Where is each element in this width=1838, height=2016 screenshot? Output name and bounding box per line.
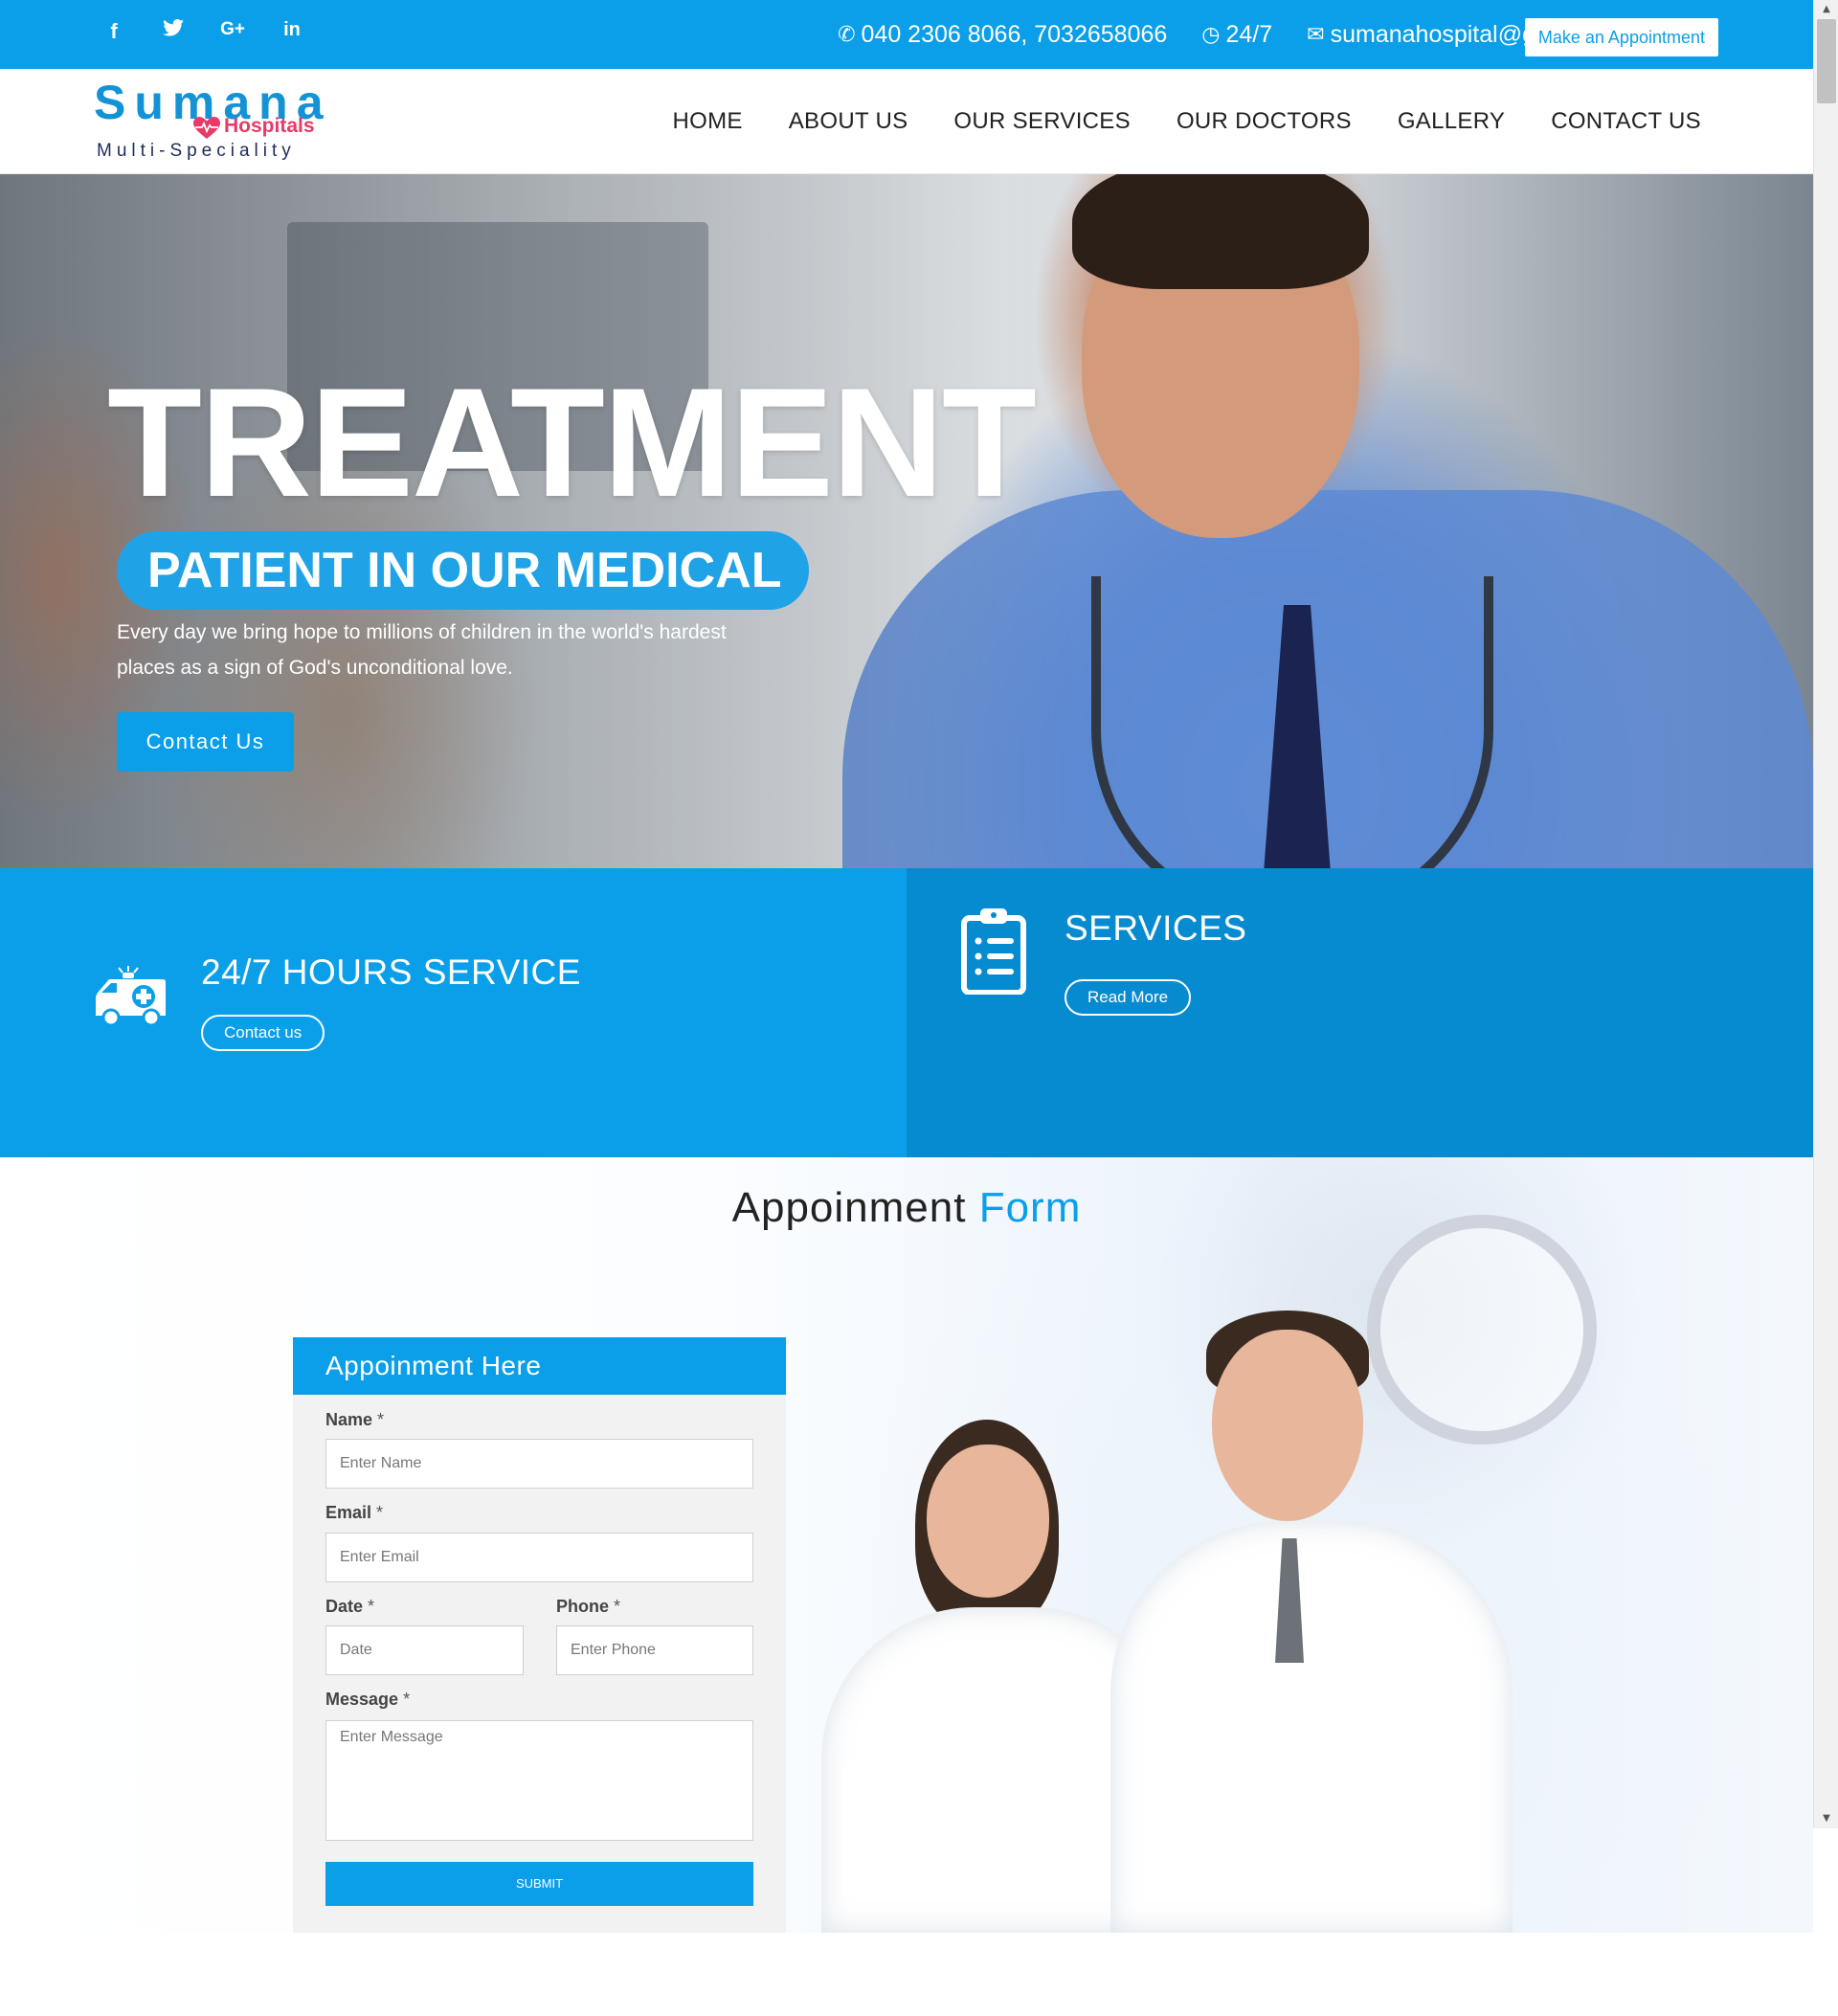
hero-subtitle: PATIENT IN OUR MEDICAL (117, 531, 809, 610)
nav-our-services[interactable]: OUR SERVICES (953, 108, 1131, 135)
ambulance-icon (96, 966, 166, 1027)
nav-contact-us[interactable]: CONTACT US (1551, 108, 1701, 135)
phone-icon: ✆ (838, 22, 856, 47)
hours-text: 24/7 (1225, 20, 1273, 48)
email-label: Email * (325, 1503, 384, 1522)
linkedin-icon[interactable]: in (278, 19, 306, 44)
nav-about-us[interactable]: ABOUT US (789, 108, 908, 135)
nav-our-doctors[interactable]: OUR DOCTORS (1177, 108, 1352, 135)
hero-description: Every day we bring hope to millions of c… (117, 621, 727, 679)
message-label: Message * (325, 1690, 411, 1709)
strip-services-title: SERVICES (1065, 908, 1247, 948)
scroll-up-arrow-icon[interactable]: ▲ (1814, 0, 1838, 19)
strip-24-7-title: 24/7 HOURS SERVICE (201, 952, 581, 992)
strip-contact-button[interactable]: Contact us (201, 1015, 325, 1051)
phone-label: Phone * (556, 1597, 621, 1616)
clock-icon: ◷ (1201, 22, 1221, 47)
social-links: f G+ in (100, 19, 306, 44)
google-plus-icon[interactable]: G+ (218, 19, 247, 44)
logo-tagline: Multi-Speciality (97, 141, 296, 161)
message-textarea[interactable]: Enter Message (325, 1720, 753, 1841)
make-appointment-button[interactable]: Make an Appointment (1524, 18, 1718, 56)
clipboard-icon (961, 908, 1026, 995)
appointment-form: Appoinment Here Name * Enter Name Email … (293, 1337, 786, 1933)
main-nav: HOME ABOUT US OUR SERVICES OUR DOCTORS G… (673, 69, 1701, 174)
site-header: Sumana Hospitals Multi-Speciality HOME A… (0, 69, 1813, 174)
section-title-accent: Form (978, 1184, 1082, 1231)
services-strip: 24/7 HOURS SERVICE Contact us SERVICES R… (0, 868, 1813, 1157)
section-title-main: Appoinment (731, 1184, 967, 1231)
hero-contact-button[interactable]: Contact Us (117, 712, 294, 772)
name-input[interactable]: Enter Name (325, 1439, 753, 1489)
hours-info: ◷ 24/7 (1201, 21, 1272, 49)
contact-info: ✆ 040 2306 8066, 7032658066 ◷ 24/7 ✉ sum… (838, 0, 1631, 69)
submit-button[interactable]: SUBMIT (325, 1862, 753, 1906)
envelope-icon: ✉ (1307, 22, 1325, 47)
date-label: Date * (325, 1597, 375, 1616)
name-label: Name * (325, 1410, 385, 1429)
logo-hospitals: Hospitals (224, 115, 315, 137)
hero-banner: TREATMENT PATIENT IN OUR MEDICAL Every d… (0, 174, 1813, 868)
top-bar: f G+ in ✆ 040 2306 8066, 7032658066 ◷ 24… (0, 0, 1813, 69)
nav-gallery[interactable]: GALLERY (1398, 108, 1505, 135)
appointment-section-title: Appoinment Form (0, 1184, 1813, 1232)
scroll-thumb[interactable] (1817, 19, 1836, 103)
date-input[interactable]: Date (325, 1625, 524, 1675)
logo[interactable]: Sumana Hospitals Multi-Speciality (94, 75, 333, 166)
phone-input[interactable]: Enter Phone (556, 1625, 753, 1675)
scroll-down-arrow-icon[interactable]: ▼ (1814, 1809, 1838, 1828)
page: f G+ in ✆ 040 2306 8066, 7032658066 ◷ 24… (0, 0, 1813, 2016)
email-input[interactable]: Enter Email (325, 1533, 753, 1582)
twitter-icon[interactable] (159, 19, 188, 44)
hero-title: TREATMENT (107, 356, 1037, 529)
strip-read-more-button[interactable]: Read More (1065, 979, 1192, 1016)
nav-home[interactable]: HOME (673, 108, 743, 135)
facebook-icon[interactable]: f (100, 19, 128, 44)
appointment-section: Appoinment Form (0, 1157, 1813, 1933)
strip-services-panel (907, 868, 1813, 1157)
heart-pulse-icon (193, 117, 220, 139)
photo-male-doctor (1110, 1310, 1513, 1933)
phone-info[interactable]: ✆ 040 2306 8066, 7032658066 (838, 21, 1167, 49)
vertical-scrollbar[interactable]: ▲ ▼ (1813, 0, 1838, 1828)
form-header: Appoinment Here (293, 1337, 786, 1395)
phone-text: 040 2306 8066, 7032658066 (861, 20, 1168, 48)
